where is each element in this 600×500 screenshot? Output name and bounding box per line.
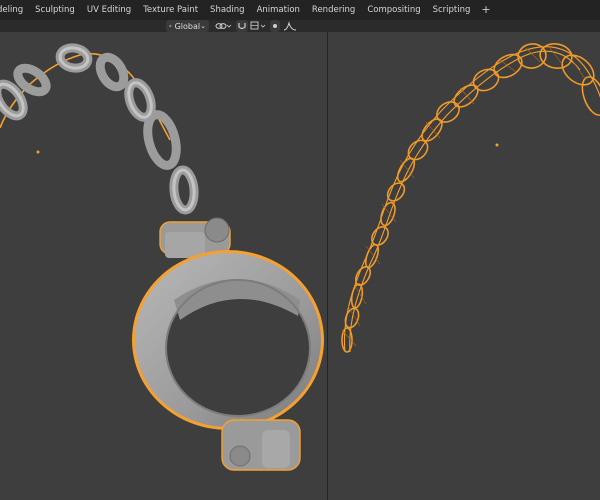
orientation-label: Global	[174, 21, 201, 31]
tab-compositing[interactable]: Compositing	[361, 0, 426, 20]
tab-sculpting[interactable]: Sculpting	[29, 0, 81, 20]
proportional-edit-icon	[250, 21, 266, 30]
orientation-icon	[169, 24, 172, 28]
snap-icon	[238, 23, 246, 30]
snap-toggle[interactable]	[236, 20, 248, 32]
falloff-icon	[283, 21, 297, 31]
proportional-edit-icon	[273, 24, 277, 28]
snap-target-dropdown[interactable]	[250, 20, 268, 32]
tab-modeling[interactable]: deling	[0, 0, 29, 20]
tab-uv-editing[interactable]: UV Editing	[81, 0, 137, 20]
shackle-mesh-shaded	[0, 43, 324, 471]
tab-animation[interactable]: Animation	[251, 0, 306, 20]
link-icon	[215, 23, 232, 29]
tab-shading[interactable]: Shading	[204, 0, 251, 20]
workspace-tab-bar: deling Sculpting UV Editing Texture Pain…	[0, 0, 600, 20]
tab-rendering[interactable]: Rendering	[306, 0, 361, 20]
viewport-header: Global ⌄	[0, 20, 600, 32]
chain-mesh-wireframe	[341, 43, 600, 353]
proportional-edit-toggle[interactable]	[270, 20, 280, 32]
tab-scripting[interactable]: Scripting	[427, 0, 477, 20]
tab-texture-paint[interactable]: Texture Paint	[137, 0, 204, 20]
chevron-down-icon: ⌄	[200, 22, 206, 30]
transform-orientation-dropdown[interactable]: Global ⌄	[166, 20, 209, 32]
viewport-solid[interactable]	[0, 32, 327, 500]
falloff-dropdown[interactable]	[283, 20, 297, 32]
viewport-wireframe[interactable]	[328, 32, 600, 500]
add-workspace-button[interactable]: +	[476, 0, 495, 20]
pivot-point-dropdown[interactable]	[214, 20, 232, 32]
